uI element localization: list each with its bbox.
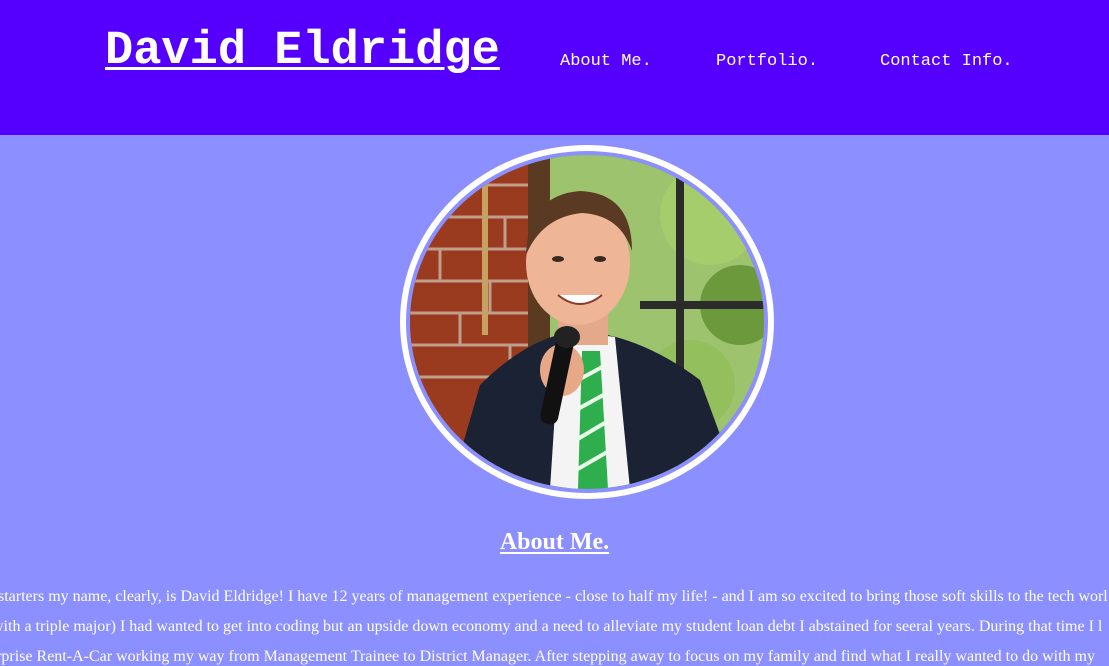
about-line: erprise Rent-A-Car working my way from M… <box>0 648 1095 665</box>
about-line: starters my name, clearly, is David Eldr… <box>0 588 1108 605</box>
about-line: with a triple major) I had wanted to get… <box>0 618 1103 635</box>
about-paragraph: starters my name, clearly, is David Eldr… <box>0 582 1109 666</box>
about-heading: About Me. <box>499 529 610 555</box>
nav-link-about[interactable]: About Me. <box>560 52 652 72</box>
site-header: David Eldridge About Me. Portfolio. Cont… <box>0 0 1109 135</box>
profile-photo-frame <box>400 145 774 499</box>
profile-photo-gap <box>406 151 768 493</box>
site-title-link[interactable]: David Eldridge <box>105 24 500 80</box>
nav-link-portfolio[interactable]: Portfolio. <box>716 52 818 72</box>
profile-photo-illustration <box>410 155 764 489</box>
nav-link-contact[interactable]: Contact Info. <box>880 52 1013 72</box>
profile-photo <box>410 155 764 489</box>
